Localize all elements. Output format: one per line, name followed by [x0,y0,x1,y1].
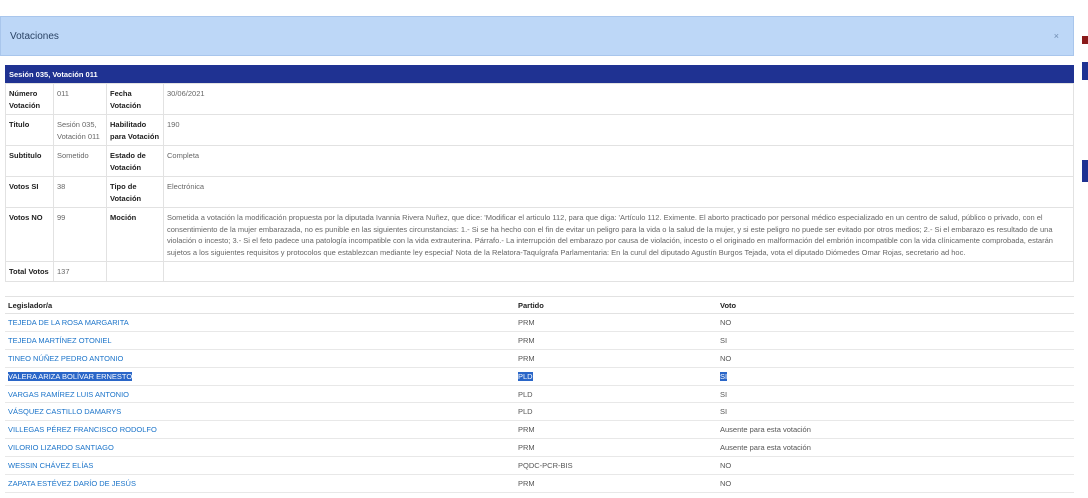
titulo-label: Titulo [5,114,54,146]
detail-row: Subtitulo Sometido Estado de Votación Co… [5,145,1074,177]
selected-text: SI [720,371,728,381]
table-row: ZAPATA ESTÉVEZ DARÍO DE JESÚS PRM NO [5,474,1074,493]
column-header-voto[interactable]: Voto [717,296,1074,314]
party-cell: PRM [515,474,717,493]
tipo-value: Electrónica [163,176,1074,208]
vote-details-table: Número Votación 011 Fecha Votación 30/06… [5,83,1074,282]
votos-no-value: 99 [53,207,107,262]
vote-cell: NO [717,349,1074,368]
detail-row: Votos NO 99 Moción Sometida a votación l… [5,207,1074,262]
session-title-bar: Sesión 035, Votación 011 [5,65,1074,83]
legislators-votes-table: Legislador/a Partido Voto TEJEDA DE LA R… [5,296,1074,493]
table-row: TINEO NÚÑEZ PEDRO ANTONIO PRM NO [5,349,1074,368]
habilitado-value: 190 [163,114,1074,146]
legislator-name-link[interactable]: VÁSQUEZ CASTILLO DAMARYS [5,402,515,422]
detail-row: Titulo Sesión 035, Votación 011 Habilita… [5,114,1074,146]
votos-si-value: 38 [53,176,107,208]
legislator-name-link[interactable]: VALERA ARIZA BOLÍVAR ERNESTO [5,367,515,386]
vote-cell: Ausente para esta votación [717,438,1074,458]
vote-cell: NO [717,456,1074,476]
legislator-name-link[interactable]: VILORIO LIZARDO SANTIAGO [5,438,515,458]
tipo-label: Tipo de Votación [106,176,164,208]
total-votos-label: Total Votos [5,261,54,282]
selected-text: PLD [518,371,533,381]
vote-cell: SI [717,385,1074,404]
party-cell: PRM [515,349,717,368]
legislator-name-link[interactable]: WESSIN CHÁVEZ ELÍAS [5,456,515,476]
votos-no-label: Votos NO [5,207,54,262]
habilitado-label: Habilitado para Votación [106,114,164,146]
vote-cell: Ausente para esta votación [717,420,1074,440]
total-votos-value: 137 [53,261,107,282]
empty-cell [106,261,164,282]
votos-si-label: Votos SI [5,176,54,208]
party-cell: PRM [515,438,717,458]
vote-cell: SI [717,402,1074,422]
vote-cell: NO [717,474,1074,493]
detail-row: Votos SI 38 Tipo de Votación Electrónica [5,176,1074,208]
table-row: VARGAS RAMÍREZ LUIS ANTONIO PLD SI [5,385,1074,404]
background-edge-marker [1082,36,1088,44]
table-row: VÁSQUEZ CASTILLO DAMARYS PLD SI [5,402,1074,422]
estado-label: Estado de Votación [106,145,164,177]
mocion-value: Sometida a votación la modificación prop… [163,207,1074,262]
table-row: VALERA ARIZA BOLÍVAR ERNESTO PLD SI [5,367,1074,386]
close-icon[interactable]: × [1050,29,1063,43]
legislator-name-link[interactable]: TINEO NÚÑEZ PEDRO ANTONIO [5,349,515,368]
background-edge-marker [1082,62,1088,80]
numero-value: 011 [53,83,107,115]
legislator-name-link[interactable]: TEJEDA MARTÍNEZ OTONIEL [5,331,515,350]
table-row: VILORIO LIZARDO SANTIAGO PRM Ausente par… [5,438,1074,458]
column-header-legislador[interactable]: Legislador/a [5,296,515,314]
column-header-partido[interactable]: Partido [515,296,717,314]
table-row: TEJEDA DE LA ROSA MARGARITA PRM NO [5,313,1074,332]
detail-row: Total Votos 137 [5,261,1074,282]
subtitulo-value: Sometido [53,145,107,177]
titulo-value: Sesión 035, Votación 011 [53,114,107,146]
modal-title: Votaciones [10,30,59,42]
party-cell: PRM [515,313,717,332]
table-row: WESSIN CHÁVEZ ELÍAS PQDC-PCR-BIS NO [5,456,1074,476]
party-cell: PQDC-PCR-BIS [515,456,717,476]
vote-cell: SI [717,331,1074,350]
selected-text: VALERA ARIZA BOLÍVAR ERNESTO [8,371,133,381]
vote-cell: NO [717,313,1074,332]
table-row: TEJEDA MARTÍNEZ OTONIEL PRM SI [5,331,1074,350]
empty-cell [163,261,1074,282]
legislator-name-link[interactable]: VILLEGAS PÉREZ FRANCISCO RODOLFO [5,420,515,440]
modal-header: Votaciones × [0,16,1074,56]
table-row: VILLEGAS PÉREZ FRANCISCO RODOLFO PRM Aus… [5,420,1074,440]
estado-value: Completa [163,145,1074,177]
party-cell: PLD [515,367,717,386]
vote-cell: SI [717,367,1074,386]
numero-label: Número Votación [5,83,54,115]
detail-row: Número Votación 011 Fecha Votación 30/06… [5,83,1074,115]
legislator-name-link[interactable]: VARGAS RAMÍREZ LUIS ANTONIO [5,385,515,404]
party-cell: PLD [515,385,717,404]
legislator-name-link[interactable]: ZAPATA ESTÉVEZ DARÍO DE JESÚS [5,474,515,493]
legislator-name-link[interactable]: TEJEDA DE LA ROSA MARGARITA [5,313,515,332]
party-cell: PLD [515,402,717,422]
party-cell: PRM [515,331,717,350]
party-cell: PRM [515,420,717,440]
mocion-label: Moción [106,207,164,262]
subtitulo-label: Subtitulo [5,145,54,177]
table-header-row: Legislador/a Partido Voto [5,296,1074,314]
fecha-label: Fecha Votación [106,83,164,115]
background-edge-marker [1082,160,1088,182]
fecha-value: 30/06/2021 [163,83,1074,115]
